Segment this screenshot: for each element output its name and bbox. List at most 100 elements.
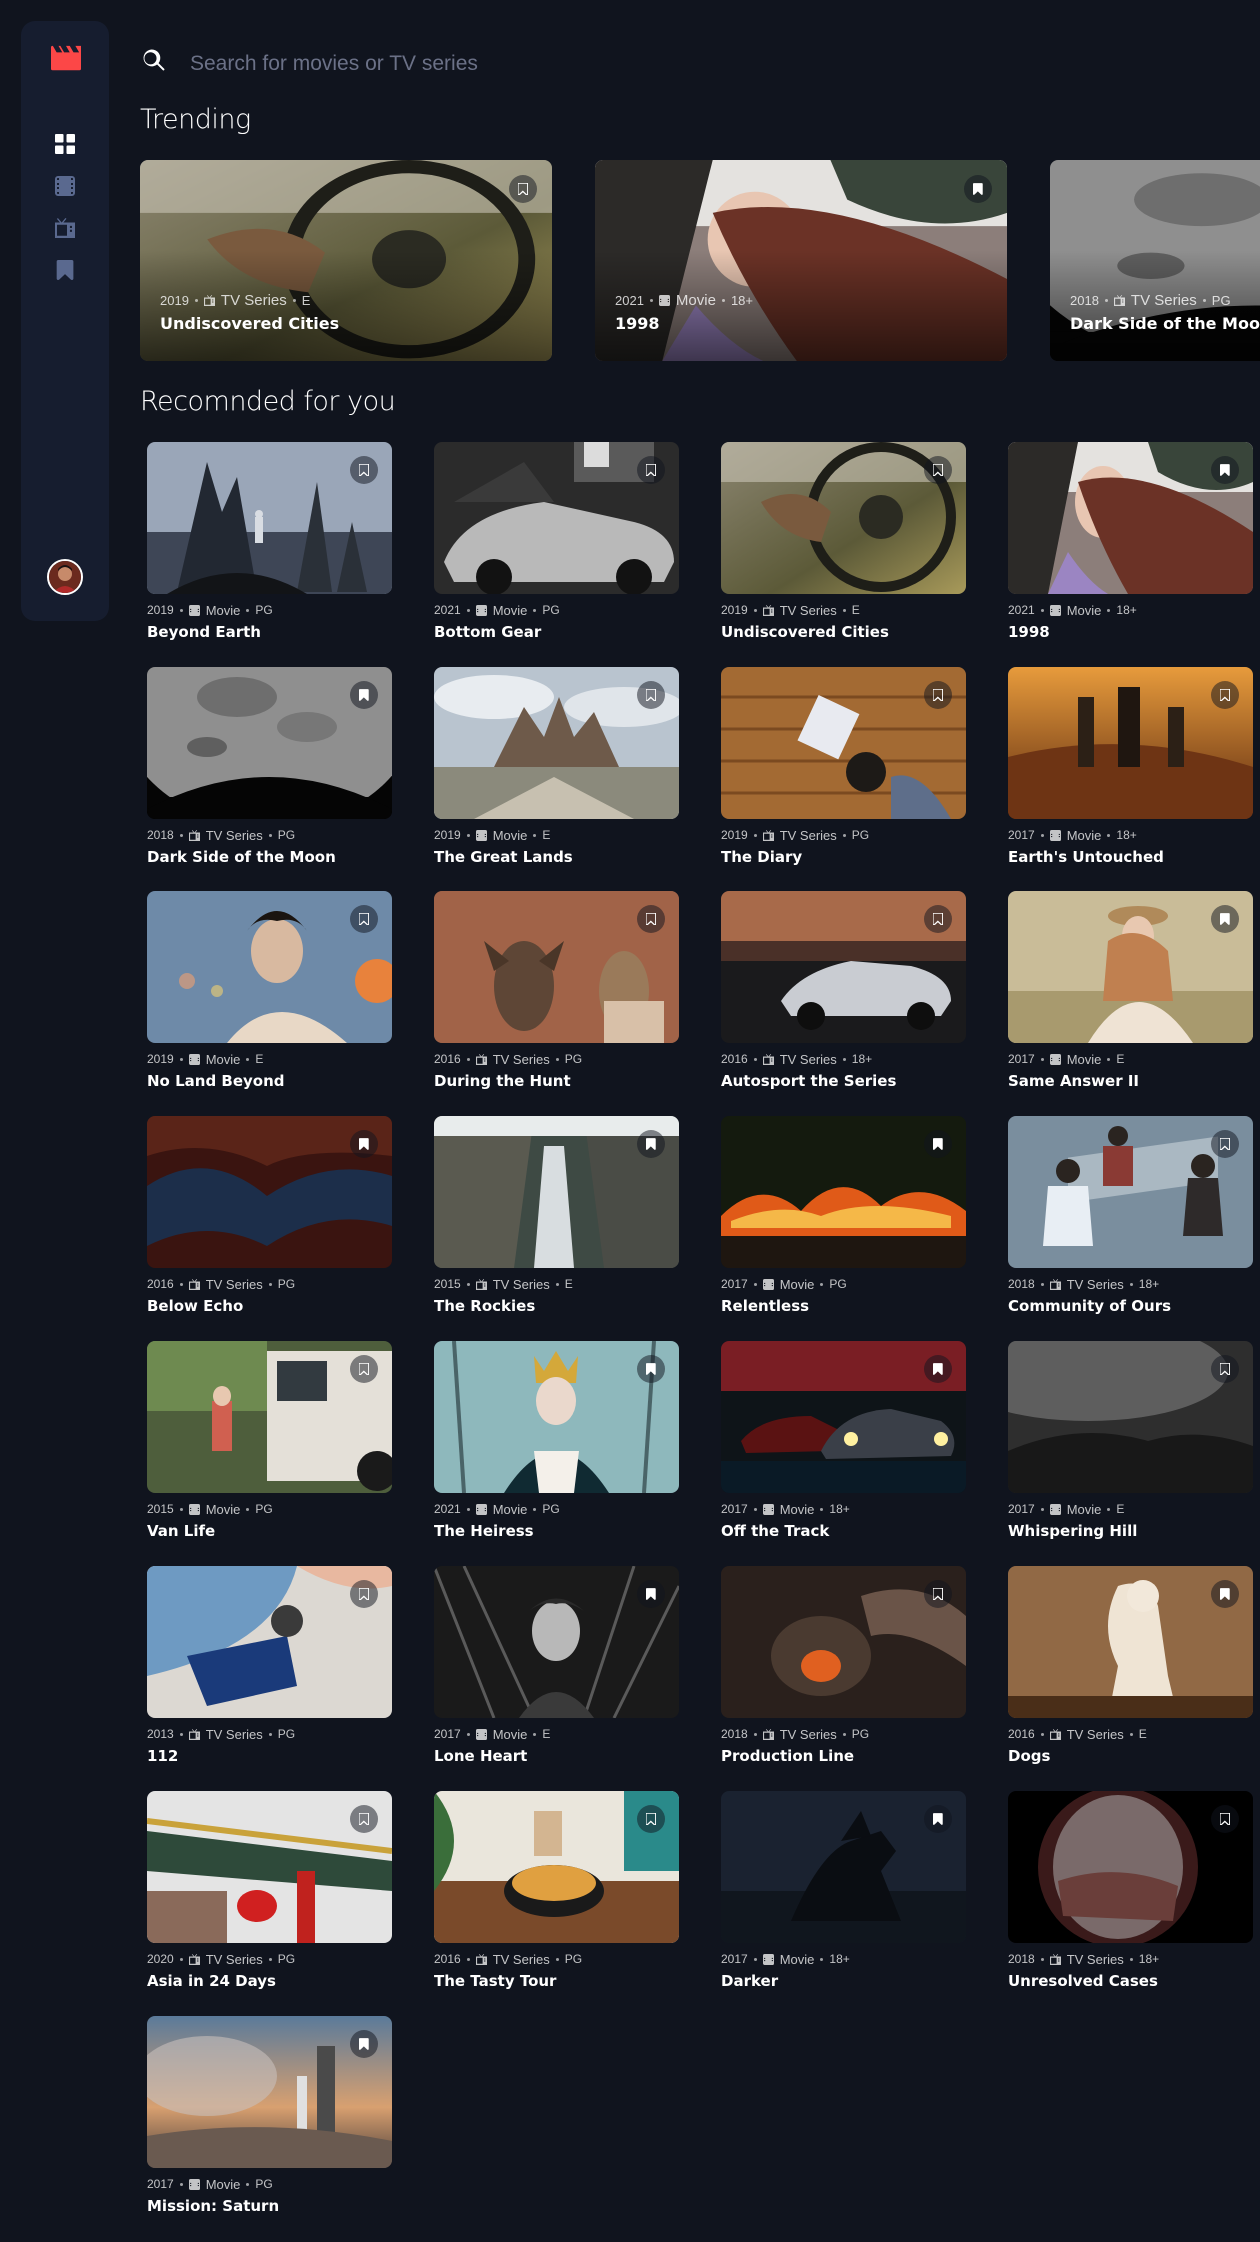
media-card[interactable]: 2017 Movie E Whispering Hill: [1008, 1341, 1253, 1540]
media-card[interactable]: 2019 TV Series E Undiscovered Cities: [721, 442, 966, 641]
media-thumbnail[interactable]: [434, 442, 679, 594]
bookmark-filled-button[interactable]: [1211, 1580, 1239, 1608]
bookmark-button[interactable]: [1211, 1130, 1239, 1158]
media-thumbnail[interactable]: [147, 1791, 392, 1943]
media-card[interactable]: 2021 Movie PG Bottom Gear: [434, 442, 679, 641]
media-thumbnail[interactable]: [434, 667, 679, 819]
media-thumbnail[interactable]: [434, 1791, 679, 1943]
media-thumbnail[interactable]: [721, 1791, 966, 1943]
media-card[interactable]: 2013 TV Series PG 112: [147, 1566, 392, 1765]
bookmark-button[interactable]: [924, 456, 952, 484]
media-thumbnail[interactable]: [721, 1116, 966, 1268]
media-thumbnail[interactable]: [1008, 1791, 1253, 1943]
media-thumbnail[interactable]: [434, 1341, 679, 1493]
media-card[interactable]: 2016 TV Series PG The Tasty Tour: [434, 1791, 679, 1990]
media-card[interactable]: 2016 TV Series PG Below Echo: [147, 1116, 392, 1315]
media-card[interactable]: 2015 Movie PG Van Life: [147, 1341, 392, 1540]
media-card[interactable]: 2020 TV Series PG Asia in 24 Days: [147, 1791, 392, 1990]
bookmark-button[interactable]: [1211, 681, 1239, 709]
bookmark-filled-button[interactable]: [350, 2030, 378, 2058]
bookmark-filled-button[interactable]: [637, 1130, 665, 1158]
media-card[interactable]: 2015 TV Series E The Rockies: [434, 1116, 679, 1315]
home-grid-icon[interactable]: [55, 134, 75, 154]
bookmark-button[interactable]: [924, 1580, 952, 1608]
bookmark-nav-icon[interactable]: [55, 260, 75, 280]
bookmark-button[interactable]: [350, 1805, 378, 1833]
media-thumbnail[interactable]: [1008, 891, 1253, 1043]
media-thumbnail[interactable]: [147, 667, 392, 819]
bookmark-filled-button[interactable]: [637, 1580, 665, 1608]
bookmark-button[interactable]: [1211, 1355, 1239, 1383]
media-card[interactable]: 2017 Movie E Same Answer II: [1008, 891, 1253, 1090]
media-thumbnail[interactable]: [721, 1341, 966, 1493]
media-card[interactable]: 2019 TV Series PG The Diary: [721, 667, 966, 866]
media-thumbnail[interactable]: [1008, 667, 1253, 819]
media-thumbnail[interactable]: [434, 891, 679, 1043]
bookmark-filled-button[interactable]: [964, 175, 992, 203]
bookmark-filled-button[interactable]: [1211, 905, 1239, 933]
media-thumbnail[interactable]: [147, 891, 392, 1043]
media-card[interactable]: 2016 TV Series 18+ Autosport the Series: [721, 891, 966, 1090]
media-card[interactable]: 2017 Movie E Lone Heart: [434, 1566, 679, 1765]
media-card[interactable]: 2017 Movie 18+ Darker: [721, 1791, 966, 1990]
bookmark-filled-button[interactable]: [637, 1355, 665, 1383]
media-card[interactable]: 2019 Movie PG Beyond Earth: [147, 442, 392, 641]
bookmark-button[interactable]: [637, 1805, 665, 1833]
bookmark-filled-button[interactable]: [1211, 456, 1239, 484]
media-card[interactable]: 2017 Movie PG Relentless: [721, 1116, 966, 1315]
media-card[interactable]: 2016 TV Series E Dogs: [1008, 1566, 1253, 1765]
media-card[interactable]: 2016 TV Series PG During the Hunt: [434, 891, 679, 1090]
media-card[interactable]: 2017 Movie PG Mission: Saturn: [147, 2016, 392, 2215]
bookmark-button[interactable]: [637, 681, 665, 709]
media-thumbnail[interactable]: [1008, 1341, 1253, 1493]
media-card[interactable]: 2021 Movie 18+ 1998: [1008, 442, 1253, 641]
bookmark-filled-button[interactable]: [924, 1355, 952, 1383]
media-thumbnail[interactable]: [1008, 1116, 1253, 1268]
media-card[interactable]: 2021 Movie PG The Heiress: [434, 1341, 679, 1540]
media-thumbnail[interactable]: [721, 891, 966, 1043]
bookmark-button[interactable]: [509, 175, 537, 203]
media-card[interactable]: 2018 TV Series PG Dark Side of the Moon: [147, 667, 392, 866]
media-thumbnail[interactable]: [721, 442, 966, 594]
media-card[interactable]: 2017 Movie 18+ Earth's Untouched: [1008, 667, 1253, 866]
trending-card[interactable]: 2018 TV Series PG Dark Side of the Moon: [1050, 160, 1260, 361]
bookmark-button[interactable]: [1211, 1805, 1239, 1833]
media-card[interactable]: 2017 Movie 18+ Off the Track: [721, 1341, 966, 1540]
bookmark-filled-button[interactable]: [924, 1130, 952, 1158]
media-thumbnail[interactable]: [434, 1116, 679, 1268]
media-thumbnail[interactable]: [147, 1116, 392, 1268]
bookmark-button[interactable]: [350, 456, 378, 484]
bookmark-filled-button[interactable]: [350, 1130, 378, 1158]
media-thumbnail[interactable]: [1008, 1566, 1253, 1718]
bookmark-button[interactable]: [924, 681, 952, 709]
bookmark-button[interactable]: [924, 905, 952, 933]
media-thumbnail[interactable]: [147, 1566, 392, 1718]
bookmark-button[interactable]: [350, 905, 378, 933]
media-card[interactable]: 2018 TV Series PG Production Line: [721, 1566, 966, 1765]
trending-card[interactable]: 2019 TV Series E Undiscovered Cities: [140, 160, 552, 361]
clapperboard-logo-icon[interactable]: [51, 45, 81, 71]
media-thumbnail[interactable]: [147, 2016, 392, 2168]
bookmark-filled-button[interactable]: [924, 1805, 952, 1833]
film-icon[interactable]: [55, 176, 75, 196]
bookmark-filled-button[interactable]: [350, 681, 378, 709]
bookmark-button[interactable]: [350, 1355, 378, 1383]
search-input[interactable]: [190, 46, 1190, 82]
trending-card[interactable]: 2021 Movie 18+ 1998: [595, 160, 1007, 361]
trending-carousel[interactable]: 2019 TV Series E Undiscovered Cities 202…: [140, 160, 1260, 362]
bookmark-button[interactable]: [637, 905, 665, 933]
media-card[interactable]: 2018 TV Series 18+ Unresolved Cases: [1008, 1791, 1253, 1990]
tv-icon[interactable]: [55, 218, 75, 238]
media-card[interactable]: 2019 Movie E No Land Beyond: [147, 891, 392, 1090]
user-avatar[interactable]: [47, 559, 83, 595]
media-thumbnail[interactable]: [721, 1566, 966, 1718]
media-thumbnail[interactable]: [1008, 442, 1253, 594]
media-thumbnail[interactable]: [721, 667, 966, 819]
media-card[interactable]: 2018 TV Series 18+ Community of Ours: [1008, 1116, 1253, 1315]
bookmark-button[interactable]: [350, 1580, 378, 1608]
media-thumbnail[interactable]: [147, 1341, 392, 1493]
media-thumbnail[interactable]: [147, 442, 392, 594]
media-thumbnail[interactable]: [434, 1566, 679, 1718]
media-card[interactable]: 2019 Movie E The Great Lands: [434, 667, 679, 866]
bookmark-button[interactable]: [637, 456, 665, 484]
